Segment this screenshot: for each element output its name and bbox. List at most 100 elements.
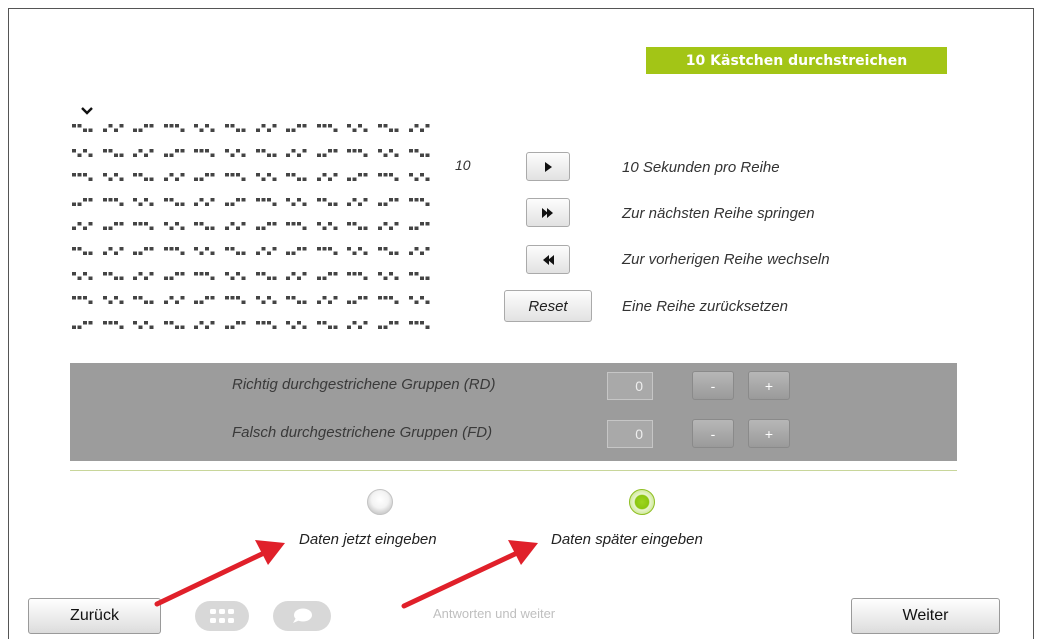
fd-value-field[interactable]: 0 bbox=[607, 420, 653, 448]
symbol-group[interactable] bbox=[133, 271, 155, 281]
symbol-group[interactable] bbox=[194, 173, 216, 182]
symbol-group[interactable] bbox=[102, 124, 125, 133]
symbol-grid[interactable] bbox=[72, 124, 431, 345]
symbol-group[interactable] bbox=[377, 296, 400, 305]
symbol-group[interactable] bbox=[72, 197, 94, 207]
symbol-group[interactable] bbox=[72, 148, 94, 158]
symbol-group[interactable] bbox=[133, 148, 155, 158]
symbol-group[interactable] bbox=[102, 197, 125, 207]
symbol-group[interactable] bbox=[286, 271, 308, 281]
symbol-group[interactable] bbox=[133, 320, 155, 330]
symbol-group[interactable] bbox=[163, 246, 186, 256]
symbol-group[interactable] bbox=[347, 124, 369, 133]
symbol-group[interactable] bbox=[224, 271, 247, 281]
symbol-group[interactable] bbox=[163, 148, 186, 158]
symbol-group[interactable] bbox=[316, 124, 339, 133]
symbol-group[interactable] bbox=[255, 246, 278, 256]
symbol-group[interactable] bbox=[224, 296, 247, 305]
next-row-button[interactable] bbox=[526, 198, 570, 227]
symbol-group[interactable] bbox=[102, 296, 125, 305]
symbol-group[interactable] bbox=[255, 148, 278, 158]
rd-decrement-button[interactable]: - bbox=[692, 371, 734, 400]
symbol-group[interactable] bbox=[255, 197, 278, 207]
symbol-group[interactable] bbox=[316, 197, 339, 207]
symbol-group[interactable] bbox=[133, 173, 155, 182]
symbol-group[interactable] bbox=[102, 222, 125, 231]
symbol-group[interactable] bbox=[286, 148, 308, 158]
symbol-group[interactable] bbox=[316, 173, 339, 182]
symbol-group[interactable] bbox=[286, 296, 308, 305]
symbol-group[interactable] bbox=[286, 222, 308, 231]
symbol-group[interactable] bbox=[72, 271, 94, 281]
symbol-group[interactable] bbox=[133, 124, 155, 133]
symbol-group[interactable] bbox=[224, 197, 247, 207]
radio-enter-now[interactable] bbox=[367, 489, 393, 515]
fd-decrement-button[interactable]: - bbox=[692, 419, 734, 448]
symbol-group[interactable] bbox=[347, 296, 369, 305]
symbol-group[interactable] bbox=[408, 124, 431, 133]
back-button[interactable]: Zurück bbox=[28, 598, 161, 634]
symbol-group[interactable] bbox=[224, 320, 247, 330]
symbol-group[interactable] bbox=[377, 197, 400, 207]
symbol-group[interactable] bbox=[72, 320, 94, 330]
symbol-group[interactable] bbox=[72, 222, 94, 231]
symbol-group[interactable] bbox=[194, 197, 216, 207]
symbol-group[interactable] bbox=[224, 173, 247, 182]
next-button[interactable]: Weiter bbox=[851, 598, 1000, 634]
overview-button[interactable] bbox=[195, 601, 249, 631]
symbol-group[interactable] bbox=[347, 271, 369, 281]
symbol-group[interactable] bbox=[163, 197, 186, 207]
play-button[interactable] bbox=[526, 152, 570, 181]
symbol-group[interactable] bbox=[377, 246, 400, 256]
symbol-group[interactable] bbox=[102, 246, 125, 256]
symbol-group[interactable] bbox=[255, 271, 278, 281]
symbol-group[interactable] bbox=[408, 173, 431, 182]
symbol-group[interactable] bbox=[408, 148, 431, 158]
symbol-group[interactable] bbox=[163, 222, 186, 231]
symbol-group[interactable] bbox=[347, 148, 369, 158]
symbol-group[interactable] bbox=[255, 124, 278, 133]
symbol-group[interactable] bbox=[377, 320, 400, 330]
symbol-group[interactable] bbox=[377, 271, 400, 281]
symbol-group[interactable] bbox=[72, 296, 94, 305]
symbol-group[interactable] bbox=[194, 296, 216, 305]
symbol-group[interactable] bbox=[194, 148, 216, 158]
symbol-group[interactable] bbox=[286, 320, 308, 330]
symbol-group[interactable] bbox=[347, 246, 369, 256]
symbol-group[interactable] bbox=[377, 222, 400, 231]
symbol-group[interactable] bbox=[194, 222, 216, 231]
symbol-group[interactable] bbox=[194, 320, 216, 330]
radio-enter-later[interactable] bbox=[629, 489, 655, 515]
symbol-group[interactable] bbox=[286, 173, 308, 182]
radio-enter-now-label[interactable]: Daten jetzt eingeben bbox=[299, 531, 437, 548]
symbol-group[interactable] bbox=[408, 271, 431, 281]
symbol-group[interactable] bbox=[72, 124, 94, 133]
symbol-group[interactable] bbox=[347, 222, 369, 231]
symbol-group[interactable] bbox=[347, 173, 369, 182]
symbol-group[interactable] bbox=[102, 148, 125, 158]
symbol-group[interactable] bbox=[163, 320, 186, 330]
symbol-group[interactable] bbox=[286, 124, 308, 133]
symbol-group[interactable] bbox=[163, 173, 186, 182]
symbol-group[interactable] bbox=[347, 320, 369, 330]
symbol-group[interactable] bbox=[255, 296, 278, 305]
symbol-group[interactable] bbox=[316, 148, 339, 158]
reset-button[interactable]: Reset bbox=[504, 290, 592, 322]
symbol-group[interactable] bbox=[408, 246, 431, 256]
symbol-group[interactable] bbox=[347, 197, 369, 207]
symbol-group[interactable] bbox=[286, 197, 308, 207]
rd-value-field[interactable]: 0 bbox=[607, 372, 653, 400]
symbol-group[interactable] bbox=[255, 222, 278, 231]
symbol-group[interactable] bbox=[408, 296, 431, 305]
symbol-group[interactable] bbox=[163, 271, 186, 281]
symbol-group[interactable] bbox=[224, 246, 247, 256]
comment-button[interactable] bbox=[273, 601, 331, 631]
previous-row-button[interactable] bbox=[526, 245, 570, 274]
symbol-group[interactable] bbox=[377, 148, 400, 158]
symbol-group[interactable] bbox=[133, 296, 155, 305]
symbol-group[interactable] bbox=[133, 246, 155, 256]
symbol-group[interactable] bbox=[408, 320, 431, 330]
symbol-group[interactable] bbox=[224, 148, 247, 158]
rd-increment-button[interactable]: + bbox=[748, 371, 790, 400]
symbol-group[interactable] bbox=[377, 124, 400, 133]
